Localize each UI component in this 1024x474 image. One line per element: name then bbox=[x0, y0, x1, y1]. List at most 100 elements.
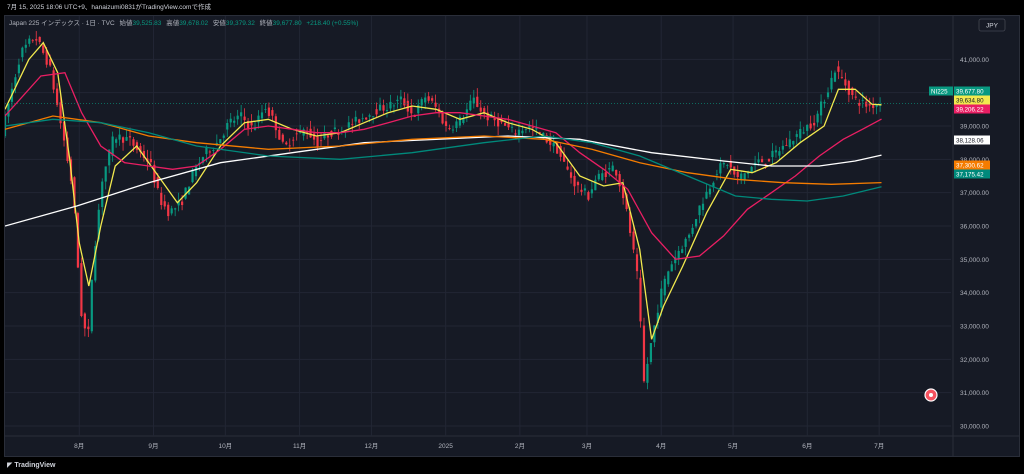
candle-body bbox=[757, 159, 760, 163]
alert-icon-dot[interactable] bbox=[929, 393, 933, 397]
candle-body bbox=[42, 45, 45, 53]
candle-body bbox=[854, 96, 857, 98]
candle-body bbox=[469, 100, 472, 111]
candle-body bbox=[670, 264, 673, 272]
candle-body bbox=[566, 166, 569, 170]
candle-body bbox=[684, 238, 687, 247]
candle-body bbox=[705, 191, 708, 199]
chart-pane[interactable]: 30,000.00 31,000.00 32,000.00 33,000.00 34,0… bbox=[3, 15, 1020, 457]
candle-body bbox=[382, 105, 385, 111]
candle-body bbox=[285, 142, 288, 145]
x-tick-label: 3月 bbox=[582, 442, 592, 450]
ma-orange-badge-value: 37,300.62 bbox=[956, 162, 984, 169]
candle-body bbox=[524, 129, 527, 131]
candle-body bbox=[813, 122, 816, 126]
candle-body bbox=[681, 249, 684, 253]
candle-body bbox=[719, 163, 722, 174]
candle-body bbox=[396, 99, 399, 101]
candle-body bbox=[573, 175, 576, 187]
candle-body bbox=[403, 98, 406, 106]
candle-body bbox=[861, 100, 864, 101]
legend-open: 39,525.83 bbox=[132, 20, 161, 27]
candle-body bbox=[809, 123, 812, 129]
candle-body bbox=[451, 129, 455, 131]
candle-body bbox=[594, 179, 597, 191]
candle-body bbox=[660, 288, 663, 308]
candle-body bbox=[844, 79, 847, 86]
candle-body bbox=[688, 234, 691, 238]
candle-body bbox=[698, 205, 701, 216]
candle-body bbox=[833, 72, 837, 82]
candle-body bbox=[618, 174, 621, 187]
y-tick-label: 30,000.00 bbox=[960, 424, 989, 431]
legend-low: 39,379.32 bbox=[226, 20, 255, 27]
candle-body bbox=[309, 128, 312, 138]
candle-body bbox=[365, 117, 368, 120]
candle-body bbox=[132, 139, 135, 146]
candle-body bbox=[208, 151, 211, 153]
candle-body bbox=[243, 116, 246, 121]
candle-body bbox=[236, 115, 239, 120]
candle-body bbox=[128, 136, 132, 138]
candle-body bbox=[458, 116, 462, 126]
candle-body bbox=[875, 105, 878, 107]
currency-label[interactable]: JPY bbox=[986, 23, 999, 30]
candle-body bbox=[156, 177, 159, 189]
candle-body bbox=[872, 105, 875, 108]
candle-body bbox=[35, 39, 38, 41]
candle-body bbox=[80, 263, 83, 317]
candle-body bbox=[455, 121, 458, 129]
x-tick-label: 12月 bbox=[365, 442, 379, 450]
candle-body bbox=[576, 182, 580, 186]
ma-fast-badge-value: 39,634.80 bbox=[956, 97, 984, 104]
candle-body bbox=[476, 96, 479, 107]
candle-body bbox=[646, 363, 649, 383]
candle-body bbox=[840, 77, 844, 78]
y-tick-label: 31,000.00 bbox=[960, 390, 989, 397]
candle-body bbox=[583, 188, 587, 191]
candle-body bbox=[441, 112, 444, 124]
candle-body bbox=[368, 115, 371, 117]
candle-body bbox=[865, 101, 868, 107]
candle-body bbox=[507, 123, 510, 128]
candle-body bbox=[267, 107, 271, 116]
candle-body bbox=[233, 120, 236, 123]
candle-body bbox=[795, 134, 798, 137]
ma-mid-badge-value: 39,206.22 bbox=[956, 106, 984, 113]
candle-body bbox=[3, 113, 7, 137]
candle-body bbox=[569, 172, 573, 178]
candle-body bbox=[83, 313, 86, 329]
currency-button[interactable]: JPY bbox=[978, 18, 1006, 32]
price-chart[interactable]: 30,000.00 31,000.00 32,000.00 33,000.00 34,0… bbox=[3, 16, 1019, 456]
chart-background bbox=[5, 16, 1019, 456]
tradingview-logo[interactable]: ◤ TradingView bbox=[7, 458, 55, 474]
candle-body bbox=[615, 169, 618, 176]
candle-body bbox=[167, 204, 170, 217]
candle-body bbox=[361, 118, 364, 120]
ma-200-badge-value: 38,128.06 bbox=[956, 137, 984, 144]
caption-bar: 7月 15, 2025 18:06 UTC+9、hanaizumi0831がTr… bbox=[0, 0, 1024, 15]
candle-body bbox=[847, 80, 850, 95]
candle-body bbox=[121, 137, 125, 143]
candle-body bbox=[587, 192, 590, 200]
candle-body bbox=[694, 219, 698, 227]
candle-body bbox=[281, 134, 284, 142]
candle-body bbox=[212, 149, 215, 151]
candle-body bbox=[431, 98, 434, 101]
x-tick-label: 9月 bbox=[148, 442, 158, 450]
alert-icon[interactable] bbox=[924, 388, 938, 402]
candle-body bbox=[392, 105, 396, 107]
candle-body bbox=[160, 192, 163, 206]
candle-body bbox=[774, 150, 778, 153]
candle-body bbox=[389, 101, 392, 109]
candle-body bbox=[837, 66, 840, 72]
candle-body bbox=[316, 136, 319, 147]
candle-body bbox=[55, 88, 59, 105]
x-tick-label: 2025 bbox=[438, 443, 453, 450]
legend-change: +218.40 (+0.55%) bbox=[306, 20, 358, 27]
candle-body bbox=[52, 70, 55, 90]
candle-body bbox=[635, 254, 639, 272]
candle-body bbox=[181, 201, 184, 206]
candle-body bbox=[174, 208, 177, 210]
candle-body bbox=[444, 121, 448, 126]
